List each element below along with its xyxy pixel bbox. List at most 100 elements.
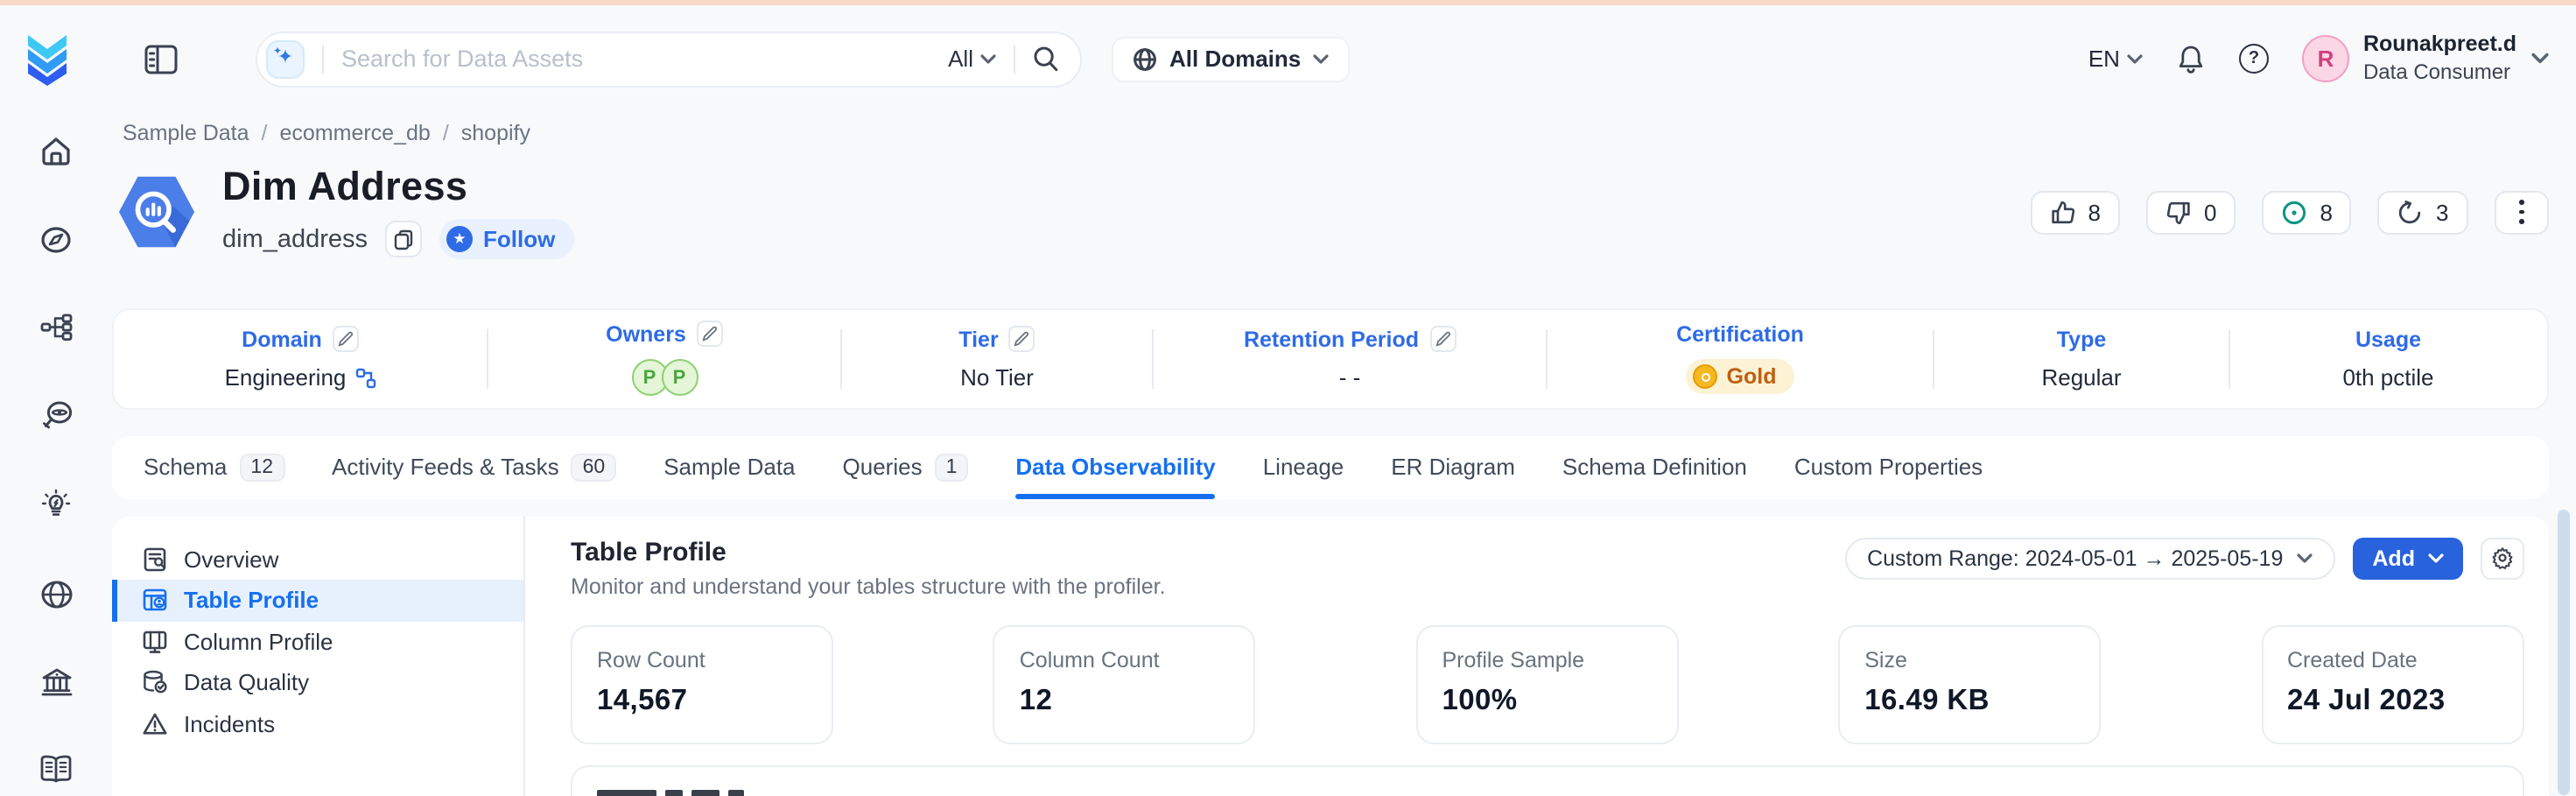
column-profile-icon bbox=[142, 629, 168, 655]
glossary-book-icon[interactable] bbox=[39, 754, 74, 782]
tab-lineage[interactable]: Lineage bbox=[1263, 435, 1344, 498]
card-created-date: Created Date 24 Jul 2023 bbox=[2261, 624, 2523, 743]
more-actions-button[interactable] bbox=[2494, 190, 2548, 234]
settings-gear-button[interactable] bbox=[2480, 537, 2523, 579]
tab-sample-data[interactable]: Sample Data bbox=[663, 435, 795, 498]
user-name: Rounakpreet.d bbox=[2363, 32, 2516, 59]
entity-name: dim_address bbox=[222, 225, 368, 253]
star-icon: ★ bbox=[446, 226, 473, 252]
globe-icon bbox=[1133, 46, 1157, 71]
medal-icon bbox=[1694, 364, 1718, 389]
meta-usage: Usage 0th pctile bbox=[2230, 309, 2546, 407]
tab-data-observability[interactable]: Data Observability bbox=[1015, 435, 1215, 498]
breadcrumb-item[interactable]: ecommerce_db bbox=[280, 121, 431, 145]
breadcrumb-item[interactable]: Sample Data bbox=[123, 121, 249, 145]
chevron-down-icon bbox=[2297, 553, 2313, 563]
meta-domain: Domain Engineering bbox=[114, 309, 487, 407]
certification-badge: Gold bbox=[1687, 359, 1794, 394]
owner-avatar[interactable]: P bbox=[661, 359, 698, 396]
app-root: ✦ ✦ Search for Data Assets All All Domai… bbox=[0, 0, 2576, 796]
app-nav-rail bbox=[0, 113, 112, 782]
lineage-flow-icon[interactable] bbox=[39, 313, 73, 341]
open-tasks-button[interactable]: 8 bbox=[2262, 190, 2351, 234]
sidebar-item-data-quality[interactable]: Data Quality bbox=[112, 662, 523, 703]
tab-er-diagram[interactable]: ER Diagram bbox=[1391, 435, 1515, 498]
sidebar-toggle-icon[interactable] bbox=[144, 41, 179, 76]
chevron-down-icon bbox=[1313, 53, 1329, 64]
user-avatar[interactable]: R bbox=[2302, 35, 2349, 82]
govern-bank-icon[interactable] bbox=[39, 666, 73, 696]
versions-button[interactable]: 3 bbox=[2378, 190, 2467, 234]
copy-name-button[interactable] bbox=[385, 221, 422, 257]
meta-certification: Certification Gold bbox=[1548, 309, 1933, 407]
domains-globe-icon[interactable] bbox=[39, 579, 73, 609]
sidebar-item-incidents[interactable]: Incidents bbox=[112, 703, 523, 744]
sidebar-item-overview[interactable]: Overview bbox=[112, 539, 523, 580]
follow-button[interactable]: ★ Follow bbox=[439, 219, 574, 259]
search-icon[interactable] bbox=[1033, 46, 1059, 72]
meta-type: Type Regular bbox=[1934, 309, 2229, 407]
meta-retention: Retention Period - - bbox=[1154, 309, 1546, 407]
insights-bulb-icon[interactable] bbox=[39, 488, 74, 521]
card-column-count: Column Count 12 bbox=[993, 624, 1256, 743]
edit-domain-button[interactable] bbox=[333, 326, 359, 352]
ai-sparkle-icon[interactable]: ✦ ✦ bbox=[266, 39, 305, 78]
user-menu[interactable]: R Rounakpreet.d Data Consumer bbox=[2302, 32, 2548, 85]
language-dropdown[interactable]: EN bbox=[2088, 46, 2143, 72]
search-input[interactable]: Search for Data Assets bbox=[341, 46, 948, 72]
observability-content: Overview Table Profile bbox=[112, 516, 2548, 796]
kebab-icon bbox=[2513, 201, 2529, 224]
metadata-panel: Domain Engineering Owners P P bbox=[112, 307, 2548, 409]
edit-retention-button[interactable] bbox=[1429, 326, 1456, 352]
domains-dropdown[interactable]: All Domains bbox=[1112, 36, 1350, 81]
table-profile-icon bbox=[142, 588, 168, 614]
chevron-down-icon bbox=[2127, 53, 2143, 64]
divider bbox=[322, 45, 324, 73]
card-row-count: Row Count 14,567 bbox=[571, 624, 833, 743]
sidebar-item-column-profile[interactable]: Column Profile bbox=[112, 621, 523, 662]
bigquery-table-icon bbox=[116, 173, 198, 250]
observability-icon[interactable] bbox=[39, 398, 73, 430]
sidebar-item-table-profile[interactable]: Table Profile bbox=[112, 580, 523, 621]
tab-schema-definition[interactable]: Schema Definition bbox=[1562, 435, 1747, 498]
entity-header: Dim Address dim_address ★ Follow bbox=[116, 171, 2548, 253]
chevron-down-icon bbox=[2530, 53, 2548, 65]
tab-schema[interactable]: Schema 12 bbox=[144, 435, 284, 498]
edit-tier-button[interactable] bbox=[1009, 326, 1035, 352]
overview-icon bbox=[142, 546, 168, 573]
version-history-icon bbox=[2397, 199, 2424, 225]
domain-link-icon bbox=[354, 367, 376, 388]
help-icon[interactable]: ? bbox=[2239, 44, 2269, 74]
gear-icon bbox=[2490, 546, 2513, 569]
header-right-group: EN ? R Rounakpreet.d Data Consumer bbox=[2088, 32, 2548, 85]
search-scope-dropdown[interactable]: All bbox=[948, 46, 996, 72]
add-button[interactable]: Add bbox=[2353, 537, 2462, 579]
tab-custom-properties[interactable]: Custom Properties bbox=[1794, 435, 1983, 498]
owner-avatars: P P bbox=[631, 359, 698, 396]
user-role: Data Consumer bbox=[2363, 60, 2516, 86]
vertical-scrollbar[interactable] bbox=[2557, 510, 2569, 795]
page-title: Dim Address bbox=[222, 165, 574, 210]
profiler-sidebar: Overview Table Profile bbox=[112, 516, 525, 796]
top-navbar: ✦ ✦ Search for Data Assets All All Domai… bbox=[0, 4, 2576, 113]
upvote-button[interactable]: 8 bbox=[2031, 190, 2120, 234]
search-bar[interactable]: ✦ ✦ Search for Data Assets All bbox=[256, 31, 1082, 87]
tab-queries[interactable]: Queries 1 bbox=[843, 435, 969, 498]
explore-compass-icon[interactable] bbox=[40, 223, 72, 255]
section-title: Table Profile bbox=[571, 537, 1166, 567]
thumbs-down-icon bbox=[2165, 199, 2192, 225]
edit-owners-button[interactable] bbox=[697, 321, 723, 347]
tab-activity-feeds[interactable]: Activity Feeds & Tasks 60 bbox=[332, 435, 616, 498]
notifications-bell-icon[interactable] bbox=[2176, 43, 2206, 74]
meta-domain-value[interactable]: Engineering bbox=[225, 364, 376, 391]
table-profile-main: Table Profile Monitor and understand you… bbox=[525, 516, 2548, 796]
downvote-button[interactable]: 0 bbox=[2146, 190, 2236, 234]
meta-owners: Owners P P bbox=[488, 309, 840, 407]
card-profile-sample: Profile Sample 100% bbox=[1416, 624, 1679, 743]
date-range-dropdown[interactable]: Custom Range: 2024-05-01 → 2025-05-19 bbox=[1844, 537, 2335, 579]
profile-summary-cards: Row Count 14,567 Column Count 12 Profile… bbox=[571, 624, 2523, 743]
home-icon[interactable] bbox=[40, 136, 72, 166]
app-logo[interactable] bbox=[25, 32, 70, 85]
divider bbox=[1014, 45, 1015, 73]
breadcrumb-item[interactable]: shopify bbox=[461, 121, 530, 145]
